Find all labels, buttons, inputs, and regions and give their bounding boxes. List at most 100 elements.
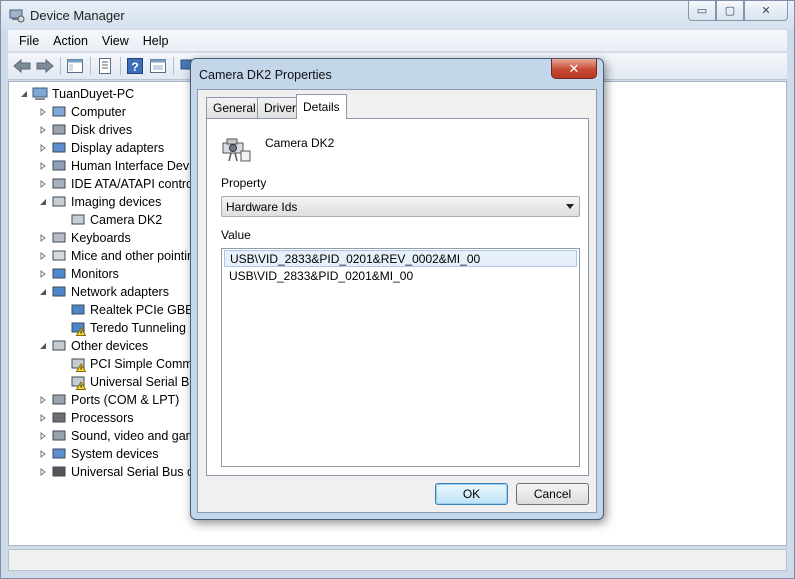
forward-button[interactable] [34, 55, 56, 77]
expand-triangle-icon[interactable] [38, 468, 47, 477]
tree-root-label: TuanDuyet-PC [52, 87, 135, 101]
tree-item[interactable]: Network adapters [38, 283, 169, 301]
expand-triangle-icon[interactable] [38, 162, 47, 171]
camera-icon [71, 214, 85, 225]
minimize-button[interactable]: ▭ [688, 1, 716, 21]
expand-triangle-icon[interactable] [38, 144, 47, 153]
sound-icon [52, 430, 66, 441]
tab-general[interactable]: General [206, 97, 263, 118]
expand-triangle-icon[interactable] [38, 450, 47, 459]
tree-item[interactable]: Human Interface Devic [38, 157, 198, 175]
caption-buttons: ▭ ▢ ✕ [688, 1, 788, 21]
tree-item[interactable]: Other devices [38, 337, 148, 355]
cancel-button[interactable]: Cancel [516, 483, 589, 505]
value-label: Value [221, 228, 251, 242]
window-title: Device Manager [30, 8, 125, 23]
close-icon: ✕ [761, 5, 771, 17]
tree-item[interactable]: Ports (COM & LPT) [38, 391, 179, 409]
tree-item[interactable]: Display adapters [38, 139, 164, 157]
tree-root[interactable]: TuanDuyet-PC [19, 85, 134, 103]
expand-triangle-icon[interactable] [38, 270, 47, 279]
hid-icon [52, 160, 66, 171]
forward-arrow-icon [36, 59, 54, 73]
ok-button[interactable]: OK [435, 483, 508, 505]
network-warning-icon [71, 322, 86, 336]
toolbar-separator [60, 57, 61, 75]
tree-item[interactable]: PCI Simple Comm [57, 355, 193, 373]
properties-dialog: Camera DK2 Properties ✕ General Driver D… [190, 58, 604, 520]
back-button[interactable] [11, 55, 33, 77]
tree-item[interactable]: Mice and other pointin [38, 247, 194, 265]
tree-item[interactable]: Teredo Tunneling I [57, 319, 193, 337]
tree-item-label: Processors [71, 411, 134, 425]
expand-triangle-icon[interactable] [38, 108, 47, 117]
dialog-body: General Driver Details Camera DK2 Proper… [197, 89, 597, 513]
expand-triangle-icon[interactable] [38, 234, 47, 243]
close-button[interactable]: ✕ [744, 1, 788, 21]
tree-item[interactable]: Universal Serial Bus [57, 373, 203, 391]
tree-item-label: System devices [71, 447, 159, 461]
title-bar[interactable]: Device Manager ▭ ▢ ✕ [1, 1, 794, 29]
network-icon [71, 304, 85, 315]
port-icon [52, 394, 66, 405]
tree-item[interactable]: Universal Serial Bus co [38, 463, 200, 481]
menu-file[interactable]: File [12, 32, 46, 50]
tree-item[interactable]: Computer [38, 103, 126, 121]
expand-triangle-icon[interactable] [38, 252, 47, 261]
expand-triangle-icon[interactable] [38, 414, 47, 423]
tree-item-label: Keyboards [71, 231, 131, 245]
back-arrow-icon [13, 59, 31, 73]
tree-item-label: Universal Serial Bus [90, 375, 203, 389]
network-icon [52, 286, 66, 297]
collapse-triangle-icon[interactable] [38, 342, 47, 351]
value-list-item[interactable]: USB\VID_2833&PID_0201&REV_0002&MI_00 [224, 250, 577, 267]
expand-triangle-icon[interactable] [38, 432, 47, 441]
view-button[interactable] [147, 55, 169, 77]
tree-item-label: Imaging devices [71, 195, 162, 209]
property-select[interactable]: Hardware Ids [221, 196, 580, 217]
camera-icon [52, 196, 66, 207]
tree-item-label: Network adapters [71, 285, 169, 299]
menu-view[interactable]: View [95, 32, 136, 50]
properties-button[interactable] [94, 55, 116, 77]
value-list[interactable]: USB\VID_2833&PID_0201&REV_0002&MI_00 USB… [221, 248, 580, 467]
details-tab-panel: Camera DK2 Property Hardware Ids Value U… [206, 118, 589, 476]
expand-triangle-icon[interactable] [38, 180, 47, 189]
tree-item[interactable]: Processors [38, 409, 134, 427]
help-button[interactable]: ? [124, 55, 146, 77]
tree-item-label: Sound, video and gam [71, 429, 197, 443]
value-list-item[interactable]: USB\VID_2833&PID_0201&MI_00 [224, 267, 577, 284]
dialog-title-bar[interactable]: Camera DK2 Properties ✕ [191, 59, 603, 89]
tree-item-label: PCI Simple Comm [90, 357, 193, 371]
properties-icon [99, 58, 111, 74]
show-hide-tree-button[interactable] [64, 55, 86, 77]
restore-button[interactable]: ▢ [716, 1, 744, 21]
collapse-triangle-icon[interactable] [38, 288, 47, 297]
toolbar-separator [120, 57, 121, 75]
tree-item[interactable]: Sound, video and gam [38, 427, 196, 445]
tree-item[interactable]: IDE ATA/ATAPI contro [38, 175, 193, 193]
dialog-close-button[interactable]: ✕ [551, 59, 597, 79]
tree-item[interactable]: Realtek PCIe GBE F [57, 301, 205, 319]
tree-item[interactable]: System devices [38, 445, 159, 463]
device-name: Camera DK2 [265, 136, 335, 150]
monitor-icon [52, 268, 66, 279]
dialog-title: Camera DK2 Properties [199, 68, 332, 82]
tree-item[interactable]: Disk drives [38, 121, 132, 139]
expand-triangle-icon[interactable] [38, 126, 47, 135]
processor-icon [52, 412, 66, 423]
tree-item-label: Disk drives [71, 123, 133, 137]
collapse-triangle-icon[interactable] [19, 90, 28, 99]
tree-item[interactable]: Imaging devices [38, 193, 161, 211]
keyboard-icon [52, 232, 66, 243]
tree-item[interactable]: Keyboards [38, 229, 131, 247]
device-manager-icon [9, 9, 25, 23]
expand-triangle-icon[interactable] [38, 396, 47, 405]
menu-action[interactable]: Action [46, 32, 95, 50]
menu-help[interactable]: Help [136, 32, 176, 50]
tree-item[interactable]: Monitors [38, 265, 119, 283]
tab-details[interactable]: Details [296, 94, 347, 119]
tree-item[interactable]: Camera DK2 [57, 211, 162, 229]
menu-bar: File Action View Help [8, 30, 787, 52]
collapse-triangle-icon[interactable] [38, 198, 47, 207]
